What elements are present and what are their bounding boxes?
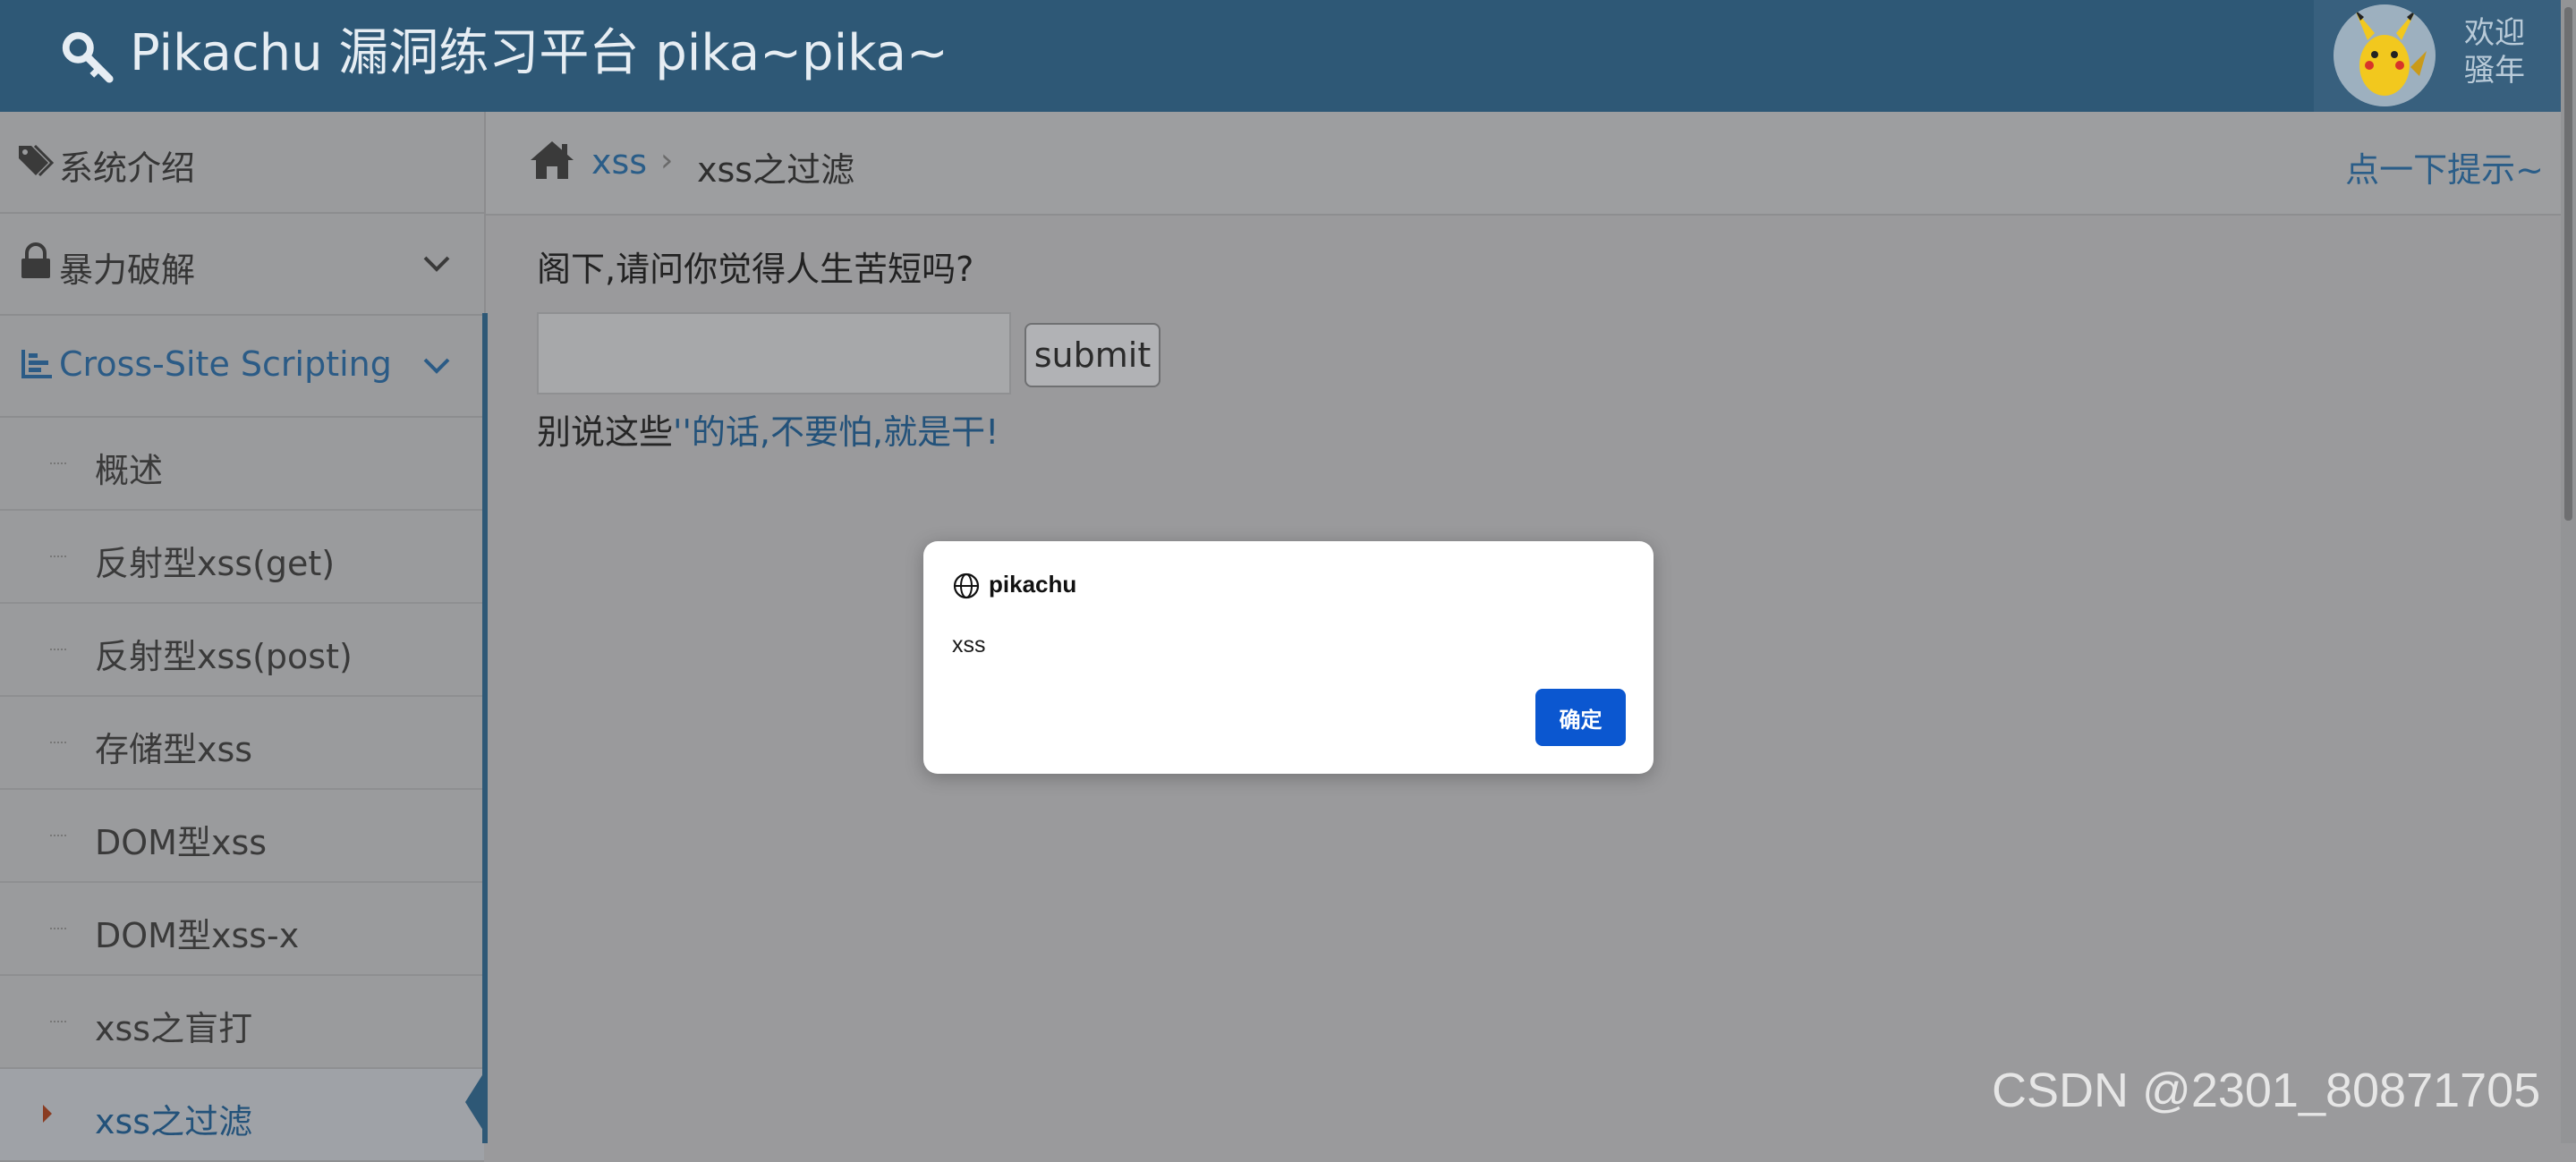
home-icon[interactable]: [529, 139, 575, 182]
submenu-label: xss之过滤: [95, 1102, 253, 1141]
result-payload: ''的话,不要怕,就是干!: [673, 412, 999, 452]
submit-button[interactable]: submit: [1024, 323, 1160, 387]
submenu-item-blind[interactable]: xss之盲打: [0, 976, 484, 1069]
tree-icon: [21, 350, 52, 378]
breadcrumb: xss › xss之过滤 点一下提示~: [486, 112, 2576, 216]
scrollbar-thumb[interactable]: [2564, 7, 2572, 521]
question-text: 阁下,请问你觉得人生苦短吗?: [537, 250, 974, 289]
submenu-label: DOM型xss: [95, 823, 268, 862]
submenu-label: 概述: [95, 451, 164, 490]
chevron-down-icon: [423, 358, 450, 374]
sidebar-item-bruteforce[interactable]: 暴力破解: [0, 214, 484, 316]
site-title[interactable]: Pikachu 漏洞练习平台 pika~pika~: [130, 20, 948, 88]
submenu-label: 存储型xss: [95, 730, 253, 769]
globe-icon: [953, 573, 980, 599]
tree-dash: [50, 556, 66, 557]
sidebar-item-label: 系统介绍: [59, 148, 196, 188]
tree-dash: [50, 649, 66, 650]
submenu-item-dom[interactable]: DOM型xss: [0, 790, 484, 883]
alert-dialog: pikachu xss 确定: [923, 541, 1654, 774]
tree-dash: [50, 462, 66, 464]
welcome-line-2: 骚年: [2464, 53, 2525, 89]
tree-dash: [50, 1021, 66, 1022]
tree-dash: [50, 835, 66, 836]
result-text: 别说这些''的话,不要怕,就是干!: [537, 404, 999, 454]
submenu-label: DOM型xss-x: [95, 916, 300, 955]
active-indicator-arrow: [465, 1068, 487, 1136]
tree-dash: [50, 928, 66, 929]
result-prefix: 别说这些: [537, 412, 674, 452]
sidebar-item-label: Cross-Site Scripting: [59, 344, 392, 384]
top-header: Pikachu 漏洞练习平台 pika~pika~ 欢迎 骚年: [0, 0, 2576, 112]
submenu-item-overview[interactable]: 概述: [0, 418, 484, 511]
chevron-down-icon: [423, 256, 450, 272]
tag-icon: [19, 144, 55, 177]
sidebar-item-xss[interactable]: Cross-Site Scripting: [0, 316, 484, 418]
user-area[interactable]: 欢迎 骚年: [2314, 0, 2576, 112]
submenu-item-filter[interactable]: xss之过滤: [0, 1069, 484, 1162]
welcome-line-1: 欢迎: [2464, 15, 2525, 51]
breadcrumb-separator: ›: [660, 142, 674, 179]
breadcrumb-current: xss之过滤: [697, 150, 855, 190]
avatar[interactable]: [2334, 4, 2436, 106]
watermark: CSDN @2301_80871705: [1992, 1064, 2541, 1117]
hint-link[interactable]: 点一下提示~: [2345, 142, 2544, 191]
submenu-item-stored[interactable]: 存储型xss: [0, 697, 484, 790]
key-icon: [62, 31, 114, 83]
submenu-label: xss之盲打: [95, 1009, 253, 1048]
message-input[interactable]: [537, 312, 1011, 394]
sidebar-item-label: 暴力破解: [59, 250, 196, 290]
sidebar-item-intro[interactable]: 系统介绍: [0, 112, 484, 214]
dialog-origin: pikachu: [989, 571, 1077, 598]
dialog-message: xss: [952, 632, 986, 657]
sidebar: 系统介绍 暴力破解 Cross-Site Scripting 概述 反射型xss…: [0, 112, 486, 1162]
sidebar-active-border: [482, 313, 488, 1143]
submenu-item-reflected-get[interactable]: 反射型xss(get): [0, 511, 484, 604]
welcome-text: 欢迎 骚年: [2464, 14, 2525, 89]
breadcrumb-link-xss[interactable]: xss: [591, 142, 647, 182]
submenu-item-reflected-post[interactable]: 反射型xss(post): [0, 604, 484, 697]
lock-icon: [21, 242, 50, 278]
tree-dash: [50, 742, 66, 743]
submenu-label: 反射型xss(post): [95, 637, 353, 676]
submenu-item-dom-x[interactable]: DOM型xss-x: [0, 883, 484, 976]
active-caret-icon: [43, 1105, 52, 1123]
ok-button[interactable]: 确定: [1535, 689, 1626, 746]
submenu-label: 反射型xss(get): [95, 544, 336, 583]
